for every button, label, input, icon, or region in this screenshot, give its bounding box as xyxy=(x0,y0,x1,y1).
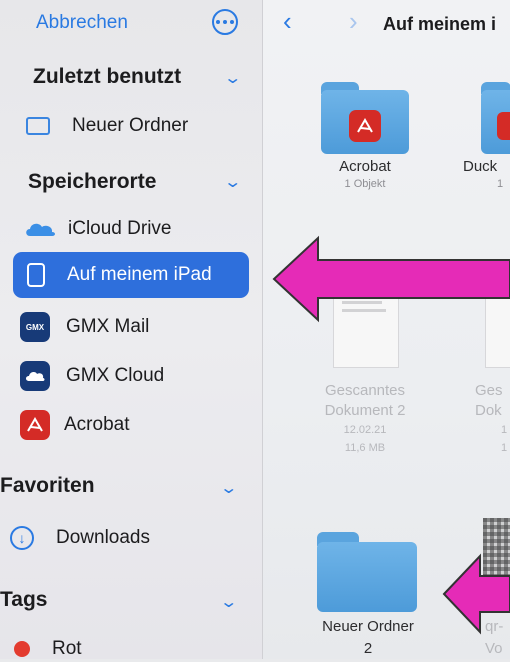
page-title: Auf meinem i xyxy=(383,14,497,34)
item-subtitle: 1 xyxy=(497,178,504,190)
sidebar-item-auf-meinem-ipad[interactable]: Auf meinem iPad xyxy=(13,252,249,298)
sidebar-tag-label: Rot xyxy=(52,638,82,659)
item-name: Neuer Ordner xyxy=(322,618,414,635)
download-icon: ↓ xyxy=(10,526,34,550)
chevron-down-icon[interactable]: ⌄ xyxy=(219,592,238,612)
item-date: 12.02.21 xyxy=(343,424,387,436)
item-size: 11,6 MB xyxy=(344,442,386,454)
sidebar-item-label: GMX Cloud xyxy=(66,365,165,386)
forward-arrow-icon[interactable]: › xyxy=(349,6,358,37)
acrobat-icon xyxy=(349,110,381,142)
sidebar-item-label: Downloads xyxy=(56,527,150,548)
sidebar-item-acrobat[interactable]: Acrobat xyxy=(20,409,240,441)
sidebar-item-gmx-mail[interactable]: GMX GMX Mail xyxy=(20,311,240,343)
section-favorites-heading: Favoriten xyxy=(0,474,95,497)
sidebar-item-gmx-cloud[interactable]: GMX Cloud xyxy=(20,360,240,392)
item-name: Vo xyxy=(485,640,503,657)
red-tag-icon xyxy=(14,641,30,657)
annotation-arrow-top xyxy=(272,235,510,323)
sidebar-item-label: iCloud Drive xyxy=(68,218,172,239)
app-badge-icon xyxy=(497,112,510,140)
sidebar-item-neuer-ordner[interactable]: Neuer Ordner xyxy=(26,112,246,140)
item-name: Gescanntes xyxy=(324,382,406,399)
annotation-arrow-bottom xyxy=(442,553,510,635)
item-date: 1 xyxy=(501,424,508,436)
section-recent-heading: Zuletzt benutzt xyxy=(33,65,182,88)
back-arrow-icon[interactable]: ‹ xyxy=(283,6,292,37)
section-tags-heading: Tags xyxy=(0,588,48,611)
ipad-icon xyxy=(27,263,45,287)
section-locations-heading: Speicherorte xyxy=(28,170,157,193)
sidebar-item-downloads[interactable]: ↓ Downloads xyxy=(10,523,230,553)
sidebar-item-label: GMX Mail xyxy=(66,316,150,337)
item-name: Ges xyxy=(475,382,503,399)
sidebar: Abbrechen Zuletzt benutzt ⌄ Neuer Ordner… xyxy=(0,0,263,659)
acrobat-icon xyxy=(20,410,50,440)
sidebar-tag-rot[interactable]: Rot xyxy=(14,636,234,662)
sidebar-item-label: Acrobat xyxy=(64,414,130,435)
item-name: Dokument 2 xyxy=(324,402,406,419)
sidebar-item-label: Auf meinem iPad xyxy=(67,264,212,285)
folder-neuer-ordner-2[interactable] xyxy=(317,532,417,612)
item-name: 2 xyxy=(363,640,373,657)
chevron-down-icon[interactable]: ⌄ xyxy=(223,172,242,192)
sidebar-item-label: Neuer Ordner xyxy=(72,115,189,136)
icloud-icon xyxy=(26,223,55,236)
item-name: Acrobat xyxy=(339,158,391,175)
folder-duck[interactable] xyxy=(481,82,510,154)
item-subtitle: 1 Objekt xyxy=(344,178,386,190)
chevron-down-icon[interactable]: ⌄ xyxy=(219,478,238,498)
gmx-cloud-icon xyxy=(20,361,50,391)
item-size: 1 xyxy=(501,442,508,454)
cancel-button[interactable]: Abbrechen xyxy=(36,12,128,34)
folder-body xyxy=(317,542,417,612)
more-options-icon[interactable] xyxy=(212,9,238,35)
chevron-down-icon[interactable]: ⌄ xyxy=(223,68,242,88)
sidebar-item-icloud-drive[interactable]: iCloud Drive xyxy=(24,214,244,244)
item-name: Duck xyxy=(463,158,498,175)
folder-acrobat[interactable] xyxy=(321,82,409,154)
gmx-mail-icon: GMX xyxy=(20,312,50,342)
folder-outline-icon xyxy=(26,117,50,135)
item-name: Dok xyxy=(475,402,502,419)
